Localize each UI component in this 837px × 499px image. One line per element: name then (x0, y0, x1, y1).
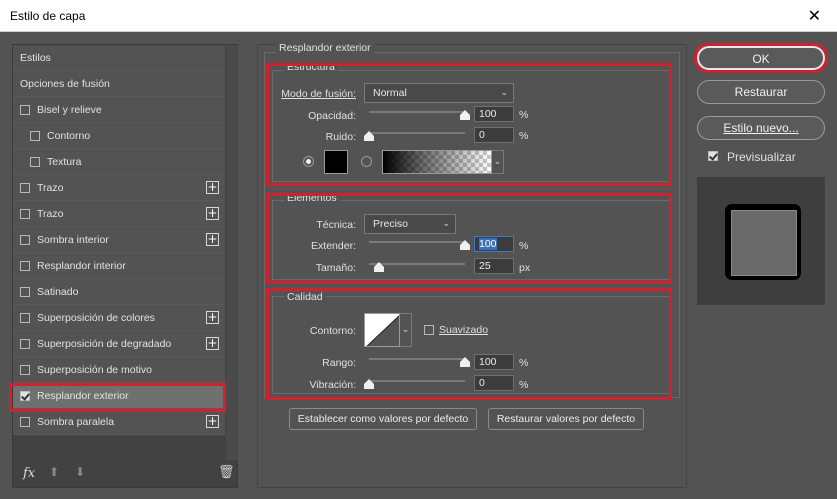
style-item[interactable]: Bisel y relieve (13, 97, 225, 123)
style-checkbox[interactable] (20, 208, 30, 219)
style-item[interactable]: Sombra interior + (13, 227, 225, 253)
style-item-label: Sombra interior (37, 233, 109, 246)
style-item[interactable]: Resplandor interior (13, 253, 225, 279)
add-effect-icon[interactable]: + (206, 415, 219, 428)
preview-checkbox[interactable] (708, 151, 718, 161)
window-title: Estilo de capa (10, 9, 86, 23)
style-item-label: Estilos (20, 51, 51, 64)
highlight-structure (266, 63, 672, 186)
style-item[interactable]: Superposición de colores + (13, 305, 225, 331)
style-item[interactable]: Satinado (13, 279, 225, 305)
style-item[interactable]: Opciones de fusión (13, 71, 225, 97)
style-item-label: Superposición de colores (37, 311, 155, 324)
style-preview (697, 177, 825, 305)
style-checkbox[interactable] (20, 416, 30, 427)
style-item[interactable]: Superposición de degradado + (13, 331, 225, 357)
style-item-label: Superposición de motivo (37, 363, 152, 376)
fx-icon[interactable]: fx (23, 466, 35, 481)
trash-icon[interactable]: 🗑 (218, 465, 235, 480)
preview-thumbnail (725, 204, 801, 280)
reset-default-button[interactable]: Restaurar valores por defecto (488, 408, 644, 430)
styles-panel: Estilos Opciones de fusión Bisel y relieve… (12, 44, 238, 488)
style-item-label: Contorno (47, 129, 91, 142)
style-checkbox[interactable] (20, 286, 30, 297)
style-item-label: Resplandor interior (37, 259, 126, 272)
style-checkbox[interactable] (20, 338, 30, 349)
outer-glow-title: Resplandor exterior (276, 42, 374, 54)
preview-label: Previsualizar (727, 150, 796, 164)
new-style-label: Estilo nuevo... (723, 121, 799, 135)
style-checkbox[interactable] (20, 182, 30, 193)
move-down-icon[interactable]: ⬇ (75, 465, 85, 479)
highlight-ok (694, 43, 828, 73)
add-effect-icon[interactable]: + (206, 207, 219, 220)
reset-button[interactable]: Restaurar (697, 80, 825, 104)
style-item-label: Trazo (37, 207, 64, 220)
make-default-button[interactable]: Establecer como valores por defecto (289, 408, 477, 430)
add-effect-icon[interactable]: + (206, 233, 219, 246)
add-effect-icon[interactable]: + (206, 181, 219, 194)
style-checkbox[interactable] (20, 364, 30, 375)
add-effect-icon[interactable]: + (206, 337, 219, 350)
styles-scrollbar[interactable] (226, 45, 238, 460)
highlight-selected-style (9, 383, 226, 412)
style-item[interactable]: Contorno (13, 123, 225, 149)
styles-list: Estilos Opciones de fusión Bisel y relieve… (13, 45, 225, 435)
close-icon[interactable]: ✕ (808, 6, 821, 25)
style-item-label: Textura (47, 155, 82, 168)
style-item-label: Opciones de fusión (20, 77, 110, 90)
style-item[interactable]: Trazo + (13, 201, 225, 227)
style-checkbox[interactable] (20, 312, 30, 323)
style-item-label: Bisel y relieve (37, 103, 102, 116)
style-item-label: Superposición de degradado (37, 337, 172, 350)
title-bar: Estilo de capa ✕ (0, 0, 837, 32)
move-up-icon[interactable]: ⬆ (49, 465, 59, 479)
add-effect-icon[interactable]: + (206, 311, 219, 324)
style-checkbox[interactable] (20, 234, 30, 245)
style-checkbox[interactable] (30, 156, 40, 167)
style-item-label: Sombra paralela (37, 415, 115, 428)
style-item[interactable]: Trazo + (13, 175, 225, 201)
style-item-label: Satinado (37, 285, 79, 298)
style-checkbox[interactable] (20, 260, 30, 271)
style-item[interactable]: Sombra paralela + (13, 409, 225, 435)
highlight-elements (266, 193, 672, 284)
new-style-button[interactable]: Estilo nuevo... (697, 116, 825, 140)
style-item[interactable]: Estilos (13, 45, 225, 71)
style-item[interactable]: Textura (13, 149, 225, 175)
style-item[interactable]: Superposición de motivo (13, 357, 225, 383)
style-item-label: Trazo (37, 181, 64, 194)
style-checkbox[interactable] (30, 130, 40, 141)
styles-toolbar: fx ⬆ ⬇ 🗑 (13, 460, 237, 487)
highlight-quality (266, 288, 672, 400)
style-checkbox[interactable] (20, 104, 30, 115)
